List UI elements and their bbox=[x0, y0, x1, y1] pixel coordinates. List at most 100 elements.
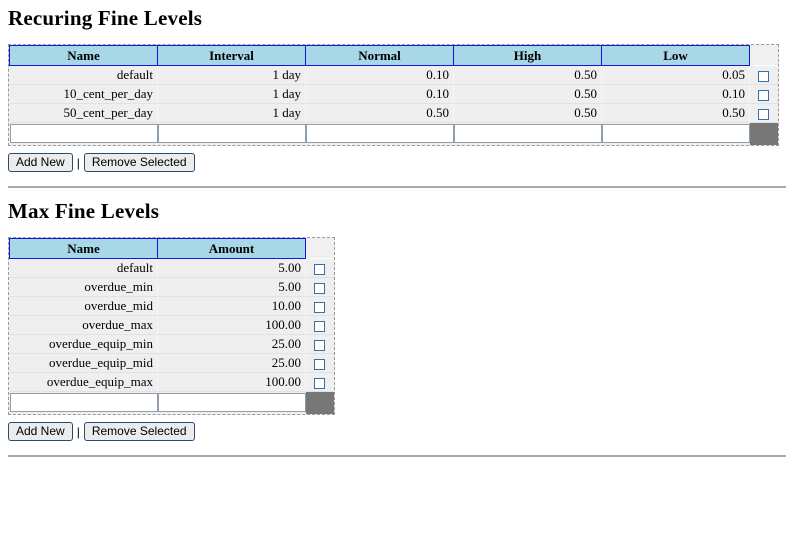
remove-selected-button[interactable]: Remove Selected bbox=[84, 153, 195, 172]
recurring-fine-levels-table: Name Interval Normal High Low default1 d… bbox=[9, 45, 778, 145]
column-header-select bbox=[306, 239, 334, 259]
table-row: overdue_max100.00 bbox=[10, 316, 334, 335]
table-row: 50_cent_per_day1 day0.500.500.50 bbox=[10, 104, 778, 123]
add-new-button[interactable]: Add New bbox=[8, 153, 73, 172]
max-fine-levels-table: Name Amount default5.00overdue_min5.00ov… bbox=[9, 238, 334, 414]
row-select-cell bbox=[750, 104, 778, 123]
checkbox-unchecked-icon[interactable] bbox=[314, 302, 325, 313]
page-title-max-fine-levels: Max Fine Levels bbox=[8, 199, 786, 223]
new-entry-input-interval[interactable] bbox=[158, 124, 306, 143]
cell-amount: 10.00 bbox=[158, 297, 306, 316]
cell-name: 50_cent_per_day bbox=[10, 104, 158, 123]
new-entry-cell bbox=[306, 123, 454, 146]
new-entry-cell bbox=[454, 123, 602, 146]
new-entry-gray-block bbox=[306, 392, 334, 415]
remove-selected-button[interactable]: Remove Selected bbox=[84, 422, 195, 441]
cell-high: 0.50 bbox=[454, 85, 602, 104]
row-select-cell bbox=[306, 354, 334, 373]
column-header-name[interactable]: Name bbox=[10, 46, 158, 66]
cell-low: 0.10 bbox=[602, 85, 750, 104]
button-separator: | bbox=[73, 423, 84, 441]
new-entry-cell bbox=[10, 392, 158, 415]
add-new-button[interactable]: Add New bbox=[8, 422, 73, 441]
checkbox-unchecked-icon[interactable] bbox=[314, 359, 325, 370]
row-select-cell bbox=[306, 335, 334, 354]
row-select-cell bbox=[306, 373, 334, 392]
new-entry-input-low[interactable] bbox=[602, 124, 750, 143]
table-header: Name Interval Normal High Low bbox=[10, 46, 778, 66]
cell-amount: 25.00 bbox=[158, 354, 306, 373]
new-entry-cell bbox=[158, 123, 306, 146]
new-entry-gray-block bbox=[750, 123, 778, 146]
recurring-fine-levels-actions: Add New|Remove Selected bbox=[8, 153, 786, 172]
new-entry-row bbox=[10, 392, 334, 415]
checkbox-unchecked-icon[interactable] bbox=[314, 340, 325, 351]
checkbox-unchecked-icon[interactable] bbox=[758, 109, 769, 120]
page-container: Recuring Fine Levels Name Interval Norma… bbox=[0, 6, 794, 458]
table-footer bbox=[10, 123, 778, 146]
cell-high: 0.50 bbox=[454, 66, 602, 85]
cell-amount: 100.00 bbox=[158, 316, 306, 335]
checkbox-unchecked-icon[interactable] bbox=[758, 71, 769, 82]
cell-amount: 5.00 bbox=[158, 259, 306, 278]
cell-name: overdue_equip_max bbox=[10, 373, 158, 392]
cell-amount: 25.00 bbox=[158, 335, 306, 354]
cell-low: 0.50 bbox=[602, 104, 750, 123]
checkbox-unchecked-icon[interactable] bbox=[314, 321, 325, 332]
new-entry-cell bbox=[10, 123, 158, 146]
row-select-cell bbox=[306, 278, 334, 297]
row-select-cell bbox=[306, 297, 334, 316]
column-header-amount[interactable]: Amount bbox=[158, 239, 306, 259]
checkbox-unchecked-icon[interactable] bbox=[314, 264, 325, 275]
cell-name: overdue_min bbox=[10, 278, 158, 297]
column-header-normal[interactable]: Normal bbox=[306, 46, 454, 66]
cell-amount: 5.00 bbox=[158, 278, 306, 297]
cell-name: overdue_equip_min bbox=[10, 335, 158, 354]
column-header-interval[interactable]: Interval bbox=[158, 46, 306, 66]
table-row: default5.00 bbox=[10, 259, 334, 278]
recurring-fine-levels-table-wrapper: Name Interval Normal High Low default1 d… bbox=[8, 44, 779, 146]
table-body: default5.00overdue_min5.00overdue_mid10.… bbox=[10, 259, 334, 392]
table-body: default1 day0.100.500.0510_cent_per_day1… bbox=[10, 66, 778, 123]
new-entry-input-high[interactable] bbox=[454, 124, 602, 143]
new-entry-input-amount[interactable] bbox=[158, 393, 306, 412]
new-entry-cell bbox=[158, 392, 306, 415]
page-title-recurring-fine-levels: Recuring Fine Levels bbox=[8, 6, 786, 30]
column-header-select bbox=[750, 46, 778, 66]
table-row: overdue_equip_min25.00 bbox=[10, 335, 334, 354]
table-footer bbox=[10, 392, 334, 415]
cell-interval: 1 day bbox=[158, 66, 306, 85]
new-entry-input-name[interactable] bbox=[10, 124, 158, 143]
cell-name: default bbox=[10, 259, 158, 278]
column-header-name[interactable]: Name bbox=[10, 239, 158, 259]
checkbox-unchecked-icon[interactable] bbox=[314, 378, 325, 389]
section-divider-2 bbox=[8, 455, 786, 458]
cell-normal: 0.10 bbox=[306, 85, 454, 104]
cell-name: default bbox=[10, 66, 158, 85]
cell-name: overdue_equip_mid bbox=[10, 354, 158, 373]
cell-high: 0.50 bbox=[454, 104, 602, 123]
cell-amount: 100.00 bbox=[158, 373, 306, 392]
cell-normal: 0.50 bbox=[306, 104, 454, 123]
checkbox-unchecked-icon[interactable] bbox=[314, 283, 325, 294]
header-row: Name Amount bbox=[10, 239, 334, 259]
column-header-high[interactable]: High bbox=[454, 46, 602, 66]
new-entry-cell bbox=[602, 123, 750, 146]
max-fine-levels-table-wrapper: Name Amount default5.00overdue_min5.00ov… bbox=[8, 237, 335, 415]
checkbox-unchecked-icon[interactable] bbox=[758, 90, 769, 101]
column-header-low[interactable]: Low bbox=[602, 46, 750, 66]
row-select-cell bbox=[750, 85, 778, 104]
cell-interval: 1 day bbox=[158, 85, 306, 104]
cell-interval: 1 day bbox=[158, 104, 306, 123]
new-entry-input-normal[interactable] bbox=[306, 124, 454, 143]
cell-normal: 0.10 bbox=[306, 66, 454, 85]
table-row: overdue_equip_max100.00 bbox=[10, 373, 334, 392]
button-separator: | bbox=[73, 154, 84, 172]
cell-name: overdue_mid bbox=[10, 297, 158, 316]
new-entry-input-name[interactable] bbox=[10, 393, 158, 412]
table-row: overdue_min5.00 bbox=[10, 278, 334, 297]
new-entry-row bbox=[10, 123, 778, 146]
cell-low: 0.05 bbox=[602, 66, 750, 85]
row-select-cell bbox=[306, 316, 334, 335]
table-row: overdue_equip_mid25.00 bbox=[10, 354, 334, 373]
